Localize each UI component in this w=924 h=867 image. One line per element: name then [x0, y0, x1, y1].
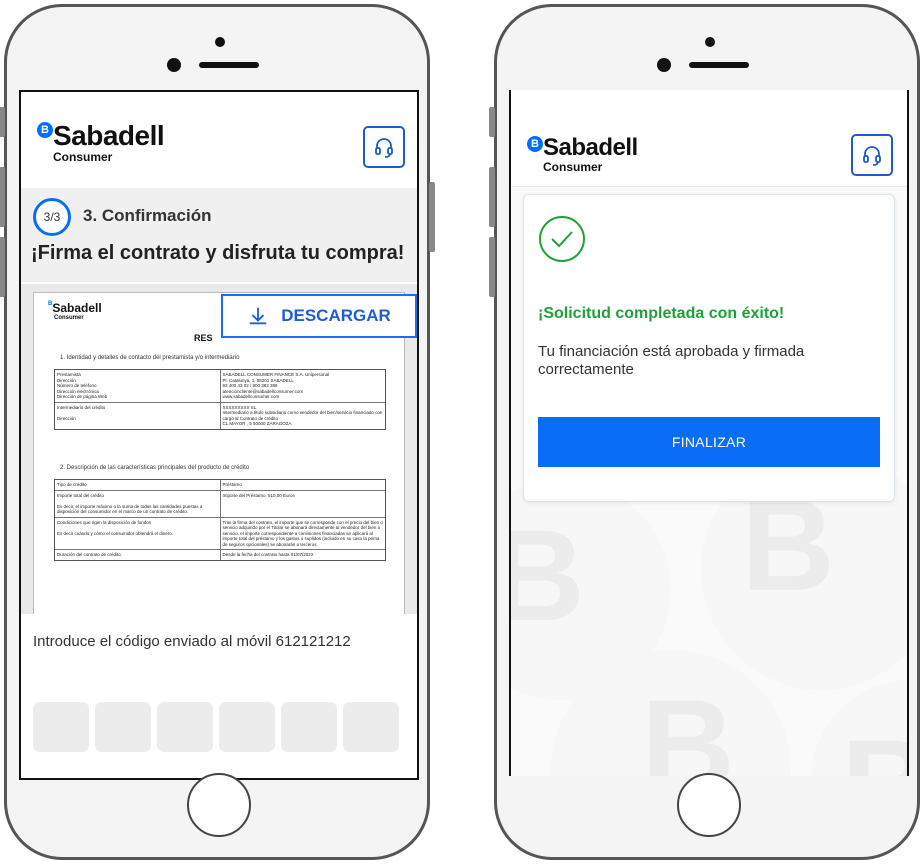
logo-word: Sabadell — [543, 134, 638, 161]
contract-page: BSabadell Consumer RES 1. Identidad y det… — [33, 292, 405, 614]
step-title: 3. Confirmación — [83, 206, 212, 225]
headset-icon — [863, 146, 881, 166]
check-circle-icon — [539, 216, 585, 262]
success-title: ¡Solicitud completada con éxito! — [538, 305, 785, 322]
code-inputs — [33, 702, 399, 752]
sabadell-logo: B Sabadell Consumer — [527, 134, 638, 174]
mute-switch — [0, 107, 5, 137]
phone-frame-left: B Sabadell Consumer 3/3 3. Confirmación ¡… — [0, 4, 435, 860]
download-button[interactable]: DESCARGAR — [221, 294, 417, 338]
code-digit-input[interactable] — [219, 702, 275, 752]
logo-badge: B — [37, 122, 53, 138]
finalize-button[interactable]: FINALIZAR — [538, 417, 880, 467]
volume-up-button — [489, 167, 495, 227]
front-camera — [215, 37, 225, 47]
doc-table-row: Tipo de crédito Préstamo — [55, 480, 385, 491]
code-digit-input[interactable] — [157, 702, 213, 752]
phone-frame-right: B B B B BSabadell Consumer — [489, 4, 920, 860]
code-digit-input[interactable] — [281, 702, 337, 752]
background-letter: B — [511, 500, 585, 650]
step-counter: 3/3 — [33, 198, 71, 236]
doc-table-row: Prestamista Dirección Número de teléfono… — [55, 370, 385, 403]
doc-table-cell: Intermediario del crédito Dirección — [57, 404, 106, 421]
logo-sub: Consumer — [53, 150, 113, 164]
app-header: B Sabadell Consumer — [511, 90, 907, 187]
doc-table-cell: Tras la firma del contrato, el importe q… — [219, 517, 386, 549]
volume-up-button — [0, 167, 5, 227]
code-digit-input[interactable] — [343, 702, 399, 752]
doc-table-1: Prestamista Dirección Número de teléfono… — [54, 369, 386, 430]
power-button — [429, 182, 435, 252]
help-button[interactable] — [363, 126, 405, 168]
help-button[interactable] — [851, 134, 893, 176]
logo-badge: B — [527, 136, 543, 152]
download-label: DESCARGAR — [281, 306, 391, 325]
doc-res: RES — [194, 333, 213, 343]
mute-switch — [489, 107, 495, 137]
doc-section-2: 2. Descripción de las características pr… — [60, 465, 250, 471]
doc-table-cell: Prestamista Dirección Número de teléfono… — [57, 372, 108, 399]
doc-table-row: Intermediario del crédito Dirección XXXXX… — [55, 402, 386, 429]
doc-table-cell: XXXXXXXXX SL Intermediario a título subs… — [219, 402, 386, 429]
doc-section-1: 1. Identidad y detalles de contacto del … — [60, 355, 240, 361]
volume-down-button — [489, 237, 495, 297]
headset-icon — [375, 138, 393, 158]
doc-table-cell: Préstamo — [219, 480, 386, 490]
success-card: ¡Solicitud completada con éxito! Tu fina… — [523, 194, 895, 502]
sensor-dot — [167, 58, 181, 72]
code-digit-input[interactable] — [95, 702, 151, 752]
doc-table-cell: Desde la fecha del contrato hasta 01/07/… — [219, 550, 386, 560]
sensor-dot — [657, 58, 671, 72]
logo-sub: Consumer — [543, 160, 603, 174]
doc-logo: BSabadell Consumer — [48, 301, 102, 321]
doc-table-row: Importe total del crédito Es decir, el i… — [55, 490, 386, 518]
doc-table-cell: Importe del Préstamo: 510,00 Euros — [219, 490, 386, 517]
doc-table-cell: Tipo de crédito — [57, 482, 87, 487]
step-indicator: 3/3 3. Confirmación — [21, 188, 417, 242]
doc-table-cell: Condiciones que rigen la disposición de … — [57, 519, 174, 536]
app-header: B Sabadell Consumer — [21, 92, 417, 188]
success-message: Tu financiación está aprobada y firmada … — [538, 343, 805, 378]
earpiece-speaker — [689, 62, 749, 68]
download-icon — [249, 307, 267, 325]
contract-preview[interactable]: BSabadell Consumer RES 1. Identidad y det… — [21, 284, 417, 614]
home-button[interactable] — [677, 773, 741, 837]
doc-logo-word: Sabadell — [52, 301, 102, 315]
doc-table-cell: SABADELL CONSUMER FINANCE S.A. Uniperson… — [219, 370, 386, 402]
code-prompt: Introduce el código enviado al móvil 612… — [33, 633, 351, 650]
earpiece-speaker — [199, 62, 259, 68]
logo-word: Sabadell — [53, 120, 165, 151]
background-letter: B — [841, 710, 907, 776]
home-button[interactable] — [187, 773, 251, 837]
doc-table-2: Tipo de crédito Préstamo Importe total del… — [54, 479, 386, 561]
doc-table-row: Condiciones que rigen la disposición de … — [55, 517, 386, 550]
doc-table-cell: Duración del contrato de crédito — [57, 552, 121, 557]
screen-right: B B B B BSabadell Consumer — [509, 90, 909, 776]
front-camera — [705, 37, 715, 47]
page-headline: ¡Firma el contrato y disfruta tu compra! — [21, 242, 417, 282]
code-digit-input[interactable] — [33, 702, 89, 752]
screen-left: B Sabadell Consumer 3/3 3. Confirmación ¡… — [19, 90, 419, 780]
sabadell-logo: B Sabadell Consumer — [37, 120, 165, 164]
doc-table-row: Duración del contrato de crédito Desde la… — [55, 550, 385, 560]
doc-table-cell: Importe total del crédito Es decir, el i… — [57, 492, 203, 515]
doc-logo-sub: Consumer — [54, 315, 84, 321]
background-letter: B — [641, 672, 735, 776]
volume-down-button — [0, 237, 5, 297]
